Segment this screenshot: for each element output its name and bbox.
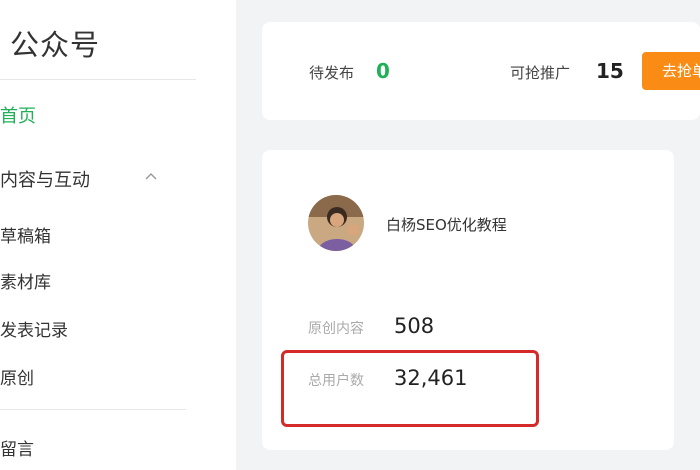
- highlight-annotation: [281, 350, 539, 427]
- original-content-value: 508: [394, 314, 435, 338]
- sidebar-item-materials[interactable]: 素材库: [0, 268, 51, 293]
- sidebar-item-home[interactable]: 首页: [0, 102, 36, 128]
- sidebar-group-content-interaction[interactable]: 内容与互动: [0, 166, 90, 192]
- account-name: 白杨SEO优化教程: [386, 216, 507, 234]
- divider: [0, 409, 186, 410]
- sidebar-item-original[interactable]: 原创: [0, 364, 34, 389]
- sidebar: 公众号 首页 内容与互动 草稿箱 素材库 发表记录 原创 留言: [0, 0, 236, 470]
- chevron-up-icon[interactable]: [145, 170, 157, 182]
- sidebar-item-drafts[interactable]: 草稿箱: [0, 222, 51, 247]
- available-value: 15: [596, 59, 624, 83]
- original-content-label: 原创内容: [308, 321, 364, 337]
- top-stats-card: 待发布 0 可抢推广 15 去抢单: [262, 22, 700, 120]
- divider: [0, 79, 196, 80]
- pending-label: 待发布: [309, 64, 355, 82]
- pending-value: 0: [376, 59, 390, 83]
- avatar[interactable]: [308, 195, 364, 251]
- available-label: 可抢推广: [510, 64, 571, 82]
- sidebar-item-publish-records[interactable]: 发表记录: [0, 316, 68, 341]
- sidebar-item-comments[interactable]: 留言: [0, 435, 34, 460]
- brand-title: 公众号: [10, 28, 101, 62]
- grab-order-button[interactable]: 去抢单: [642, 52, 700, 90]
